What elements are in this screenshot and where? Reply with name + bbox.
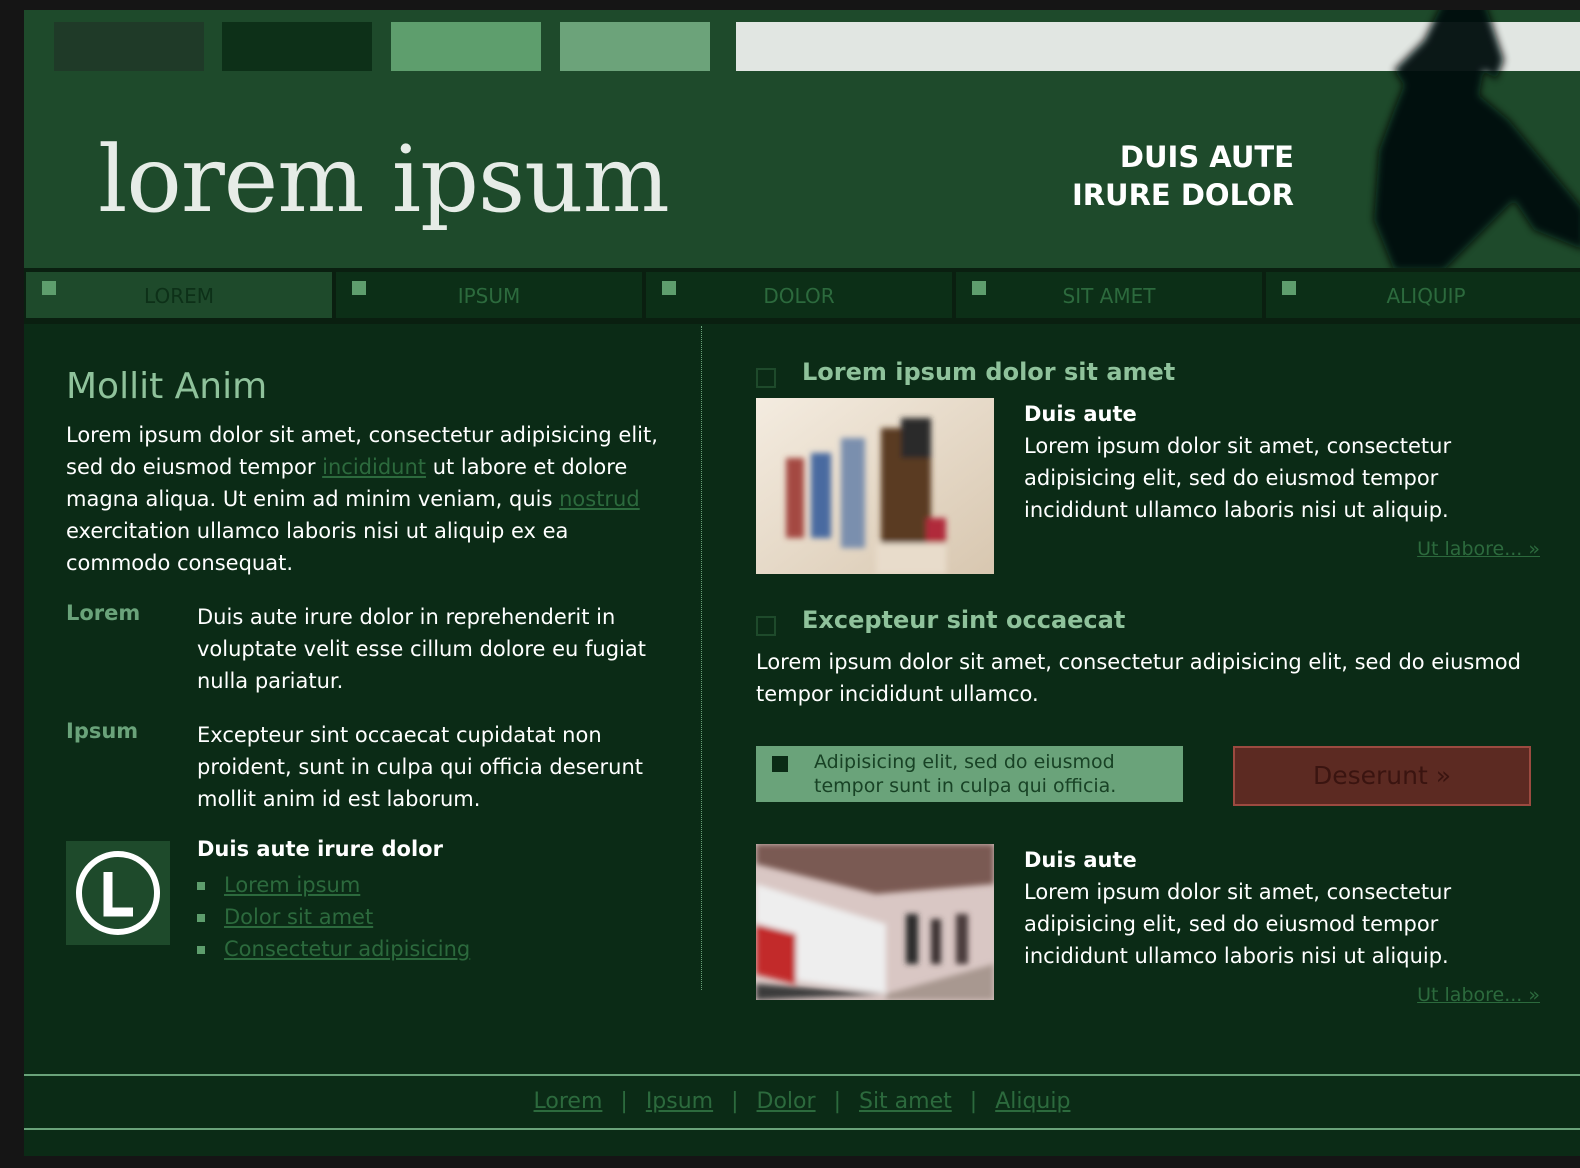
- footer-separator: |: [620, 1089, 628, 1114]
- footer-separator: |: [969, 1089, 978, 1114]
- nav-item-lorem[interactable]: LOREM: [26, 272, 332, 318]
- section-body: Lorem ipsum dolor sit amet, consectetur …: [756, 650, 1521, 706]
- feature-text: Duis aute Lorem ipsum dolor sit amet, co…: [1024, 398, 1534, 526]
- main-nav: LOREM IPSUM DOLOR SIT AMET ALIQUIP: [24, 268, 1580, 324]
- section-heading: Excepteur sint occaecat: [756, 606, 1546, 646]
- right-column: Lorem ipsum dolor sit amet Duis aute Lor…: [756, 358, 1546, 1032]
- logo-tile: [66, 841, 170, 945]
- inline-link-nostrud[interactable]: nostrud: [559, 487, 640, 511]
- nav-label: IPSUM: [457, 284, 521, 308]
- list-item: Lorem ipsum: [197, 869, 470, 901]
- sidebar-link[interactable]: Dolor sit amet: [224, 905, 373, 929]
- footer-link-sit-amet[interactable]: Sit amet: [859, 1089, 952, 1114]
- definition-term: Lorem: [66, 601, 141, 625]
- left-column: Mollit Anim Lorem ipsum dolor sit amet, …: [66, 366, 666, 967]
- section-heading: Lorem ipsum dolor sit amet: [756, 358, 1546, 398]
- definition-term: Ipsum: [66, 719, 139, 743]
- feature-title: Duis aute: [1024, 848, 1137, 872]
- deserunt-button[interactable]: Deserunt »: [1233, 746, 1531, 806]
- bullet-icon: [197, 882, 205, 890]
- nav-item-sit-amet[interactable]: SIT AMET: [956, 272, 1262, 318]
- nav-label: LOREM: [144, 284, 214, 308]
- definition-row: Lorem Duis aute irure dolor in reprehend…: [66, 601, 666, 697]
- nav-item-aliquip[interactable]: ALIQUIP: [1266, 272, 1580, 318]
- list-item: Dolor sit amet: [197, 901, 470, 933]
- checkbox-square-icon: [756, 368, 776, 388]
- site-logo[interactable]: lorem ipsum: [98, 126, 670, 233]
- checkbox-square-icon: [756, 616, 776, 636]
- photo-crowd: [756, 398, 994, 574]
- feature-item: Duis aute Lorem ipsum dolor sit amet, co…: [756, 398, 1546, 586]
- nav-item-ipsum[interactable]: IPSUM: [336, 272, 642, 318]
- promo-square-icon: [772, 756, 788, 772]
- footer-link-dolor[interactable]: Dolor: [757, 1089, 816, 1114]
- inline-link-incididunt[interactable]: incididunt: [322, 455, 426, 479]
- read-more-link[interactable]: Ut labore... »: [1417, 984, 1540, 1006]
- nav-label: ALIQUIP: [1386, 284, 1466, 308]
- footer-separator: |: [731, 1089, 739, 1114]
- sidebar-link[interactable]: Lorem ipsum: [224, 873, 360, 897]
- bullet-icon: [197, 914, 205, 922]
- read-more-link[interactable]: Ut labore... »: [1417, 538, 1540, 560]
- column-divider: [701, 326, 702, 990]
- definition-description: Excepteur sint occaecat cupidatat non pr…: [197, 723, 644, 811]
- links-title: Duis aute irure dolor: [197, 837, 443, 861]
- l-badge-icon: [76, 851, 160, 935]
- page-title: Mollit Anim: [66, 366, 268, 407]
- footer-link-ipsum[interactable]: Ipsum: [646, 1089, 713, 1114]
- footer-nav: Lorem | Ipsum | Dolor | Sit amet | Aliquip: [24, 1074, 1580, 1130]
- header-swatch: [54, 22, 204, 71]
- feature-item: Duis aute Lorem ipsum dolor sit amet, co…: [756, 844, 1546, 1032]
- train-photo-icon: [756, 844, 994, 1000]
- header-swatch: [222, 22, 372, 71]
- header-swatch: [560, 22, 710, 71]
- section-title: Excepteur sint occaecat: [802, 606, 1126, 634]
- feature-text: Duis aute Lorem ipsum dolor sit amet, co…: [1024, 844, 1534, 972]
- tagline-line: IRURE DOLOR: [1071, 178, 1294, 212]
- nav-label: DOLOR: [763, 284, 835, 308]
- photo-train: [756, 844, 994, 1000]
- intro-paragraph: Lorem ipsum dolor sit amet, consectetur …: [66, 419, 666, 579]
- tagline-line: DUIS AUTE: [1119, 140, 1294, 174]
- nav-item-dolor[interactable]: DOLOR: [646, 272, 952, 318]
- sidebar-link[interactable]: Consectetur adipisicing: [224, 937, 470, 961]
- header-tagline: DUIS AUTE IRURE DOLOR: [1072, 138, 1294, 214]
- nav-label: SIT AMET: [1062, 284, 1156, 308]
- footer-separator: |: [833, 1089, 841, 1114]
- feature-body: Lorem ipsum dolor sit amet, consectetur …: [1024, 880, 1452, 968]
- bullet-icon: [197, 946, 205, 954]
- feature-title: Duis aute: [1024, 402, 1137, 426]
- silhouette-figure: [1374, 10, 1580, 268]
- footer-link-aliquip[interactable]: Aliquip: [995, 1089, 1070, 1114]
- feature-body: Lorem ipsum dolor sit amet, consectetur …: [1024, 434, 1452, 522]
- links-list: Lorem ipsum Dolor sit amet Consectetur a…: [197, 869, 470, 965]
- page: lorem ipsum DUIS AUTE IRURE DOLOR LOREM …: [24, 10, 1580, 1156]
- promo-text: Adipisicing elit, sed do eiusmod tempor …: [814, 751, 1117, 797]
- links-box: Duis aute irure dolor Lorem ipsum Dolor …: [66, 837, 666, 967]
- footer-link-lorem[interactable]: Lorem: [534, 1089, 603, 1114]
- definition-description: Duis aute irure dolor in reprehenderit i…: [197, 605, 646, 693]
- section-title: Lorem ipsum dolor sit amet: [802, 358, 1176, 386]
- promo-box: Adipisicing elit, sed do eiusmod tempor …: [756, 746, 1183, 802]
- definition-row: Ipsum Excepteur sint occaecat cupidatat …: [66, 719, 666, 815]
- list-item: Consectetur adipisicing: [197, 933, 470, 965]
- intro-text: exercitation ullamco laboris nisi ut ali…: [66, 519, 569, 575]
- header: lorem ipsum DUIS AUTE IRURE DOLOR: [24, 10, 1580, 268]
- header-swatch: [391, 22, 541, 71]
- promo-row: Adipisicing elit, sed do eiusmod tempor …: [756, 730, 1546, 806]
- crowd-photo-icon: [756, 398, 994, 574]
